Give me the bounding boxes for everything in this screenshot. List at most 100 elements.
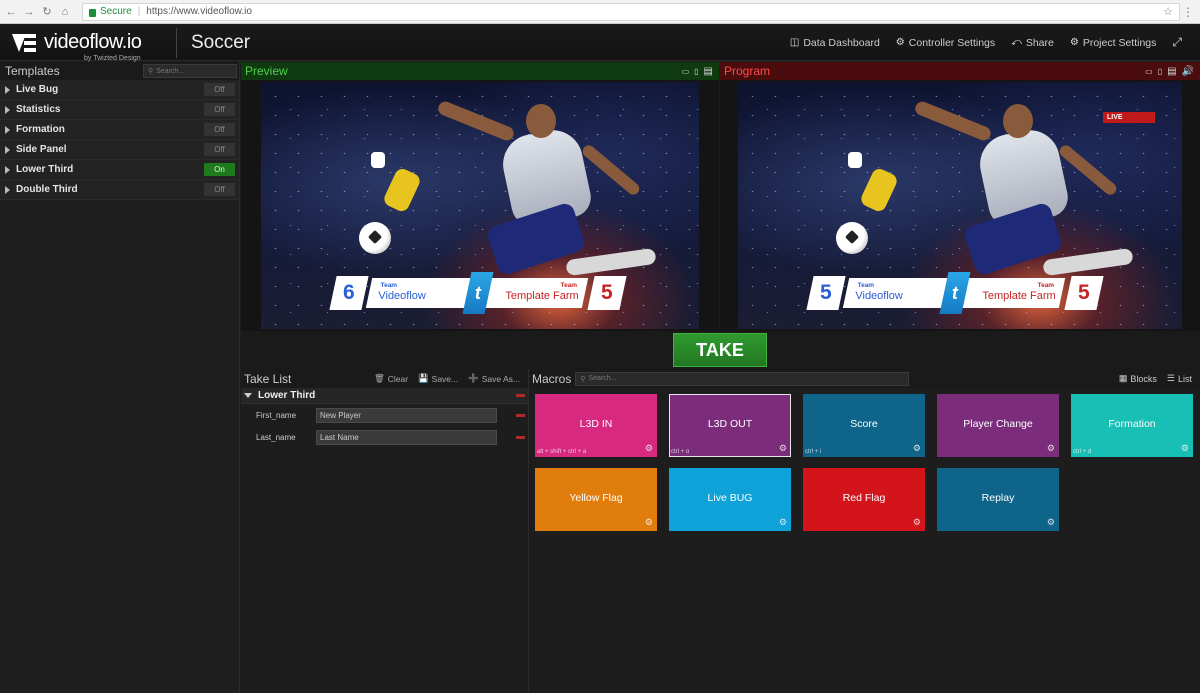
template-item-lower-third[interactable]: Lower Third On	[0, 160, 239, 180]
controller-settings-button[interactable]: ⚙ Controller Settings	[896, 37, 995, 49]
browser-chrome: ← → ↻ ⌂ Secure | https://www.videoflow.i…	[0, 0, 1200, 24]
macro-tile-replay[interactable]: Replay ⚙	[937, 468, 1059, 531]
tablet-icon[interactable]: ▭	[1145, 67, 1153, 76]
share-button[interactable]: ⤺ Share	[1011, 37, 1054, 49]
gear-icon[interactable]: ⚙	[645, 517, 653, 528]
monitor-icon[interactable]: ▤	[1167, 66, 1176, 77]
reload-icon[interactable]: ↻	[40, 5, 54, 18]
scorebug: 5 Team Videoflow Team Template Farm t 5	[806, 272, 1104, 314]
logo-text: videoflow.io	[44, 31, 142, 53]
template-toggle[interactable]: Off	[204, 103, 235, 116]
first-name-input[interactable]: New Player	[316, 407, 497, 423]
back-icon[interactable]: ←	[4, 6, 18, 18]
gear-icon[interactable]: ⚙	[913, 517, 921, 528]
expand-arrow-icon[interactable]	[5, 105, 10, 114]
secure-indicator[interactable]: Secure	[89, 6, 132, 17]
macro-tile-live-bug[interactable]: Live BUG ⚙	[669, 468, 791, 531]
gear-icon[interactable]: ⚙	[779, 443, 787, 454]
program-monitor: LIVE 5 Team Videoflow Team Template Farm t…	[720, 80, 1200, 331]
expand-arrow-icon[interactable]	[5, 185, 10, 194]
template-item-formation[interactable]: Formation Off	[0, 120, 239, 140]
preview-header: Preview ▭ ▯ ▤	[241, 62, 719, 80]
view-list-button[interactable]: ☰ List	[1167, 373, 1192, 384]
gear-icon[interactable]: ⚙	[1047, 443, 1055, 454]
remove-field-icon[interactable]	[516, 436, 525, 439]
collapse-arrow-icon[interactable]	[244, 393, 252, 398]
take-group-lower-third[interactable]: Lower Third	[241, 388, 528, 404]
gear-icon[interactable]: ⚙	[645, 443, 653, 454]
live-badge: LIVE	[1103, 112, 1155, 123]
app-header: videoflow.io by Twizted Design Soccer ◫ D…	[0, 25, 1200, 62]
gear-icon[interactable]: ⚙	[913, 443, 921, 454]
macro-tile-l3d-in[interactable]: L3D IN alt + shift + ctrl + a ⚙	[535, 394, 657, 457]
soccer-ball-icon	[836, 222, 868, 254]
templates-panel: Templates ⚲ Search... Live Bug Off Statist…	[0, 62, 240, 693]
macro-tile-formation[interactable]: Formation ctrl + d ⚙	[1071, 394, 1193, 457]
template-toggle[interactable]: Off	[204, 143, 235, 156]
gear-icon[interactable]: ⚙	[1181, 443, 1189, 454]
bookmark-star-icon[interactable]: ☆	[1163, 5, 1173, 18]
tablet-icon[interactable]: ▭	[682, 67, 690, 76]
template-item-live-bug[interactable]: Live Bug Off	[0, 80, 239, 100]
template-toggle[interactable]: Off	[204, 123, 235, 136]
player-figure	[436, 99, 657, 299]
scorebug: 6 Team Videoflow Team Template Farm t 5	[329, 272, 627, 314]
templates-title: Templates	[5, 64, 60, 78]
view-blocks-button[interactable]: ▦ Blocks	[1119, 373, 1157, 384]
macro-tile-red-flag[interactable]: Red Flag ⚙	[803, 468, 925, 531]
soccer-ball-icon	[359, 222, 391, 254]
home-icon[interactable]: ⌂	[58, 6, 72, 18]
template-toggle[interactable]: On	[204, 163, 235, 176]
save-icon: 💾	[418, 373, 429, 383]
program-header: Program ▭ ▯ ▤ 🔊	[720, 62, 1200, 80]
phone-icon[interactable]: ▯	[694, 67, 698, 76]
take-button[interactable]: TAKE	[673, 333, 767, 367]
preview-scene-image: 6 Team Videoflow Team Template Farm t 5	[261, 82, 699, 329]
clear-button[interactable]: 🗑 Clear	[374, 373, 408, 384]
template-item-double-third[interactable]: Double Third Off	[0, 180, 239, 200]
take-list-panel: Take List 🗑 Clear 💾 Save... ➕ Save As... Lo…	[241, 369, 529, 693]
field-label: First_name	[256, 410, 297, 420]
macros-search-input[interactable]: ⚲ Search...	[575, 371, 910, 386]
gear-icon[interactable]: ⚙	[779, 517, 787, 528]
last-name-input[interactable]: Last Name	[316, 429, 497, 445]
gear-icon[interactable]: ⚙	[1047, 517, 1055, 528]
app-logo[interactable]: videoflow.io by Twizted Design	[12, 31, 162, 62]
macro-tile-yellow-flag[interactable]: Yellow Flag ⚙	[535, 468, 657, 531]
remove-group-icon[interactable]	[516, 394, 525, 397]
macro-tile-l3d-out[interactable]: L3D OUT ctrl + o ⚙	[669, 394, 791, 457]
data-dashboard-button[interactable]: ◫ Data Dashboard	[790, 37, 880, 49]
browser-menu-icon[interactable]: ⋮	[1180, 5, 1196, 19]
phone-icon[interactable]: ▯	[1158, 67, 1162, 76]
team-left-name: Videoflow	[855, 290, 903, 302]
forward-icon[interactable]: →	[22, 6, 36, 18]
template-toggle[interactable]: Off	[204, 83, 235, 96]
remove-field-icon[interactable]	[516, 414, 525, 417]
templates-search-input[interactable]: ⚲ Search...	[143, 64, 237, 78]
program-title: Program	[724, 64, 771, 78]
save-button[interactable]: 💾 Save...	[418, 373, 458, 384]
monitor-icon[interactable]: ▤	[704, 66, 713, 77]
speaker-icon[interactable]: 🔊	[1182, 66, 1194, 77]
macro-tile-score[interactable]: Score ctrl + i ⚙	[803, 394, 925, 457]
template-item-side-panel[interactable]: Side Panel Off	[0, 140, 239, 160]
expand-arrow-icon[interactable]	[5, 85, 10, 94]
expand-arrow-icon[interactable]	[5, 145, 10, 154]
address-bar[interactable]: Secure | https://www.videoflow.io ☆	[82, 2, 1180, 21]
take-list-title: Take List	[244, 371, 292, 386]
fullscreen-button[interactable]: ⤢	[1172, 35, 1186, 50]
take-field-row: Last_name Last Name	[241, 426, 528, 448]
score-left: 6	[343, 281, 355, 304]
macro-tile-player-change[interactable]: Player Change ⚙	[937, 394, 1059, 457]
project-settings-button[interactable]: ⚙ Project Settings	[1070, 37, 1157, 49]
logo-mark-icon	[12, 32, 38, 54]
search-icon: ⚲	[148, 68, 154, 75]
template-toggle[interactable]: Off	[204, 183, 235, 196]
plus-icon: ➕	[468, 373, 479, 383]
template-item-statistics[interactable]: Statistics Off	[0, 100, 239, 120]
expand-arrow-icon[interactable]	[5, 125, 10, 134]
goalkeeper-figure	[371, 152, 431, 222]
fullscreen-icon: ⤢	[1172, 35, 1182, 49]
expand-arrow-icon[interactable]	[5, 165, 10, 174]
save-as-button[interactable]: ➕ Save As...	[468, 373, 520, 384]
